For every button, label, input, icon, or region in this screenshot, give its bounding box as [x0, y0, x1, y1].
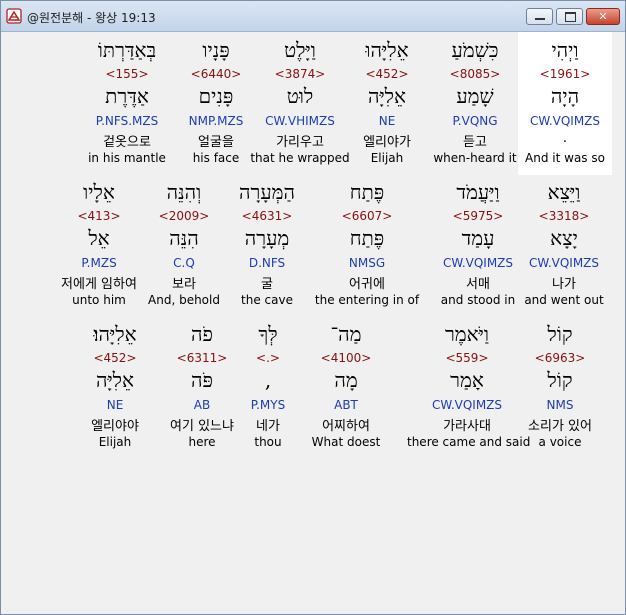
strong-number: <1961> [539, 67, 591, 81]
hebrew-lemma: פֶּתַח [349, 226, 385, 250]
strong-number: <559> [445, 351, 489, 365]
hebrew-lemma: אֵלִיָּה [95, 368, 135, 392]
korean-gloss: 가라사대 [443, 419, 491, 434]
hebrew-word: וַיְהִי [551, 38, 579, 62]
strong-number: <452> [365, 67, 409, 81]
english-gloss: and stood in [440, 293, 516, 307]
interlinear-panel: וַיְהִי <1961> הָיָה CW.VQIMZS. And it was s… [7, 32, 619, 608]
word-cell[interactable]: בְּאַדַּרְתּוֹ <155> אַדֶּרֶת P.NFS.MZS 겉옷으로… [77, 32, 177, 172]
hebrew-word: פֹה [191, 322, 213, 346]
korean-gloss: 얼굴을 [198, 135, 234, 150]
korean-gloss: 겉옷으로 [103, 135, 151, 150]
hebrew-lemma: הִנֵּה [169, 226, 199, 250]
hebrew-lemma: יָצָא [550, 226, 578, 250]
parsing-code: P.MZS [81, 256, 117, 270]
hebrew-lemma: פָּנִים [198, 84, 234, 108]
hebrew-lemma: הָיָה [550, 84, 580, 108]
parsing-code: NMSG [348, 256, 386, 270]
strong-number: <413> [77, 209, 121, 223]
word-cell[interactable]: אֵלָיו <413> אֵל P.MZS 저에게 임하여 unto him [49, 174, 149, 314]
parsing-code: CW.VQIMZS [529, 114, 601, 128]
english-gloss: in his mantle [88, 151, 166, 165]
korean-gloss: 엘리야가 [363, 135, 411, 150]
close-button[interactable]: ✕ [586, 8, 620, 25]
english-gloss: Elijah [98, 435, 132, 449]
strong-number: <6440> [190, 67, 242, 81]
parsing-code: NMS [546, 398, 574, 412]
strong-number: <8085> [449, 67, 501, 81]
hebrew-word: אֵלִיָּהוּ [365, 38, 409, 62]
korean-gloss: 엘리야야 [91, 419, 139, 434]
parsing-code: CW.VQIMZS [431, 398, 503, 412]
hebrew-word: בְּאַדַּרְתּוֹ [97, 38, 157, 62]
hebrew-lemma: אָמַר [450, 368, 484, 392]
word-cell[interactable]: וַיַּעֲמֹד <5975> עָמַד CW.VQIMZS 서매 and stoo… [428, 174, 528, 314]
parsing-code: P.VQNG [452, 114, 498, 128]
title-bar[interactable]: @원전분해 - 왕상 19:13 ✕ [1, 1, 625, 32]
parsing-code: P.NFS.MZS [95, 114, 159, 128]
maximize-button[interactable] [556, 8, 583, 25]
hebrew-word: וַיֵּצֵא [547, 180, 581, 204]
strong-number: <6963> [534, 351, 586, 365]
hebrew-lemma: אַדֶּרֶת [105, 84, 149, 108]
hebrew-word: פָּנָיו [202, 38, 230, 62]
korean-gloss: 서매 [466, 277, 490, 292]
hebrew-word: פֶּתַח [349, 180, 385, 204]
close-icon: ✕ [598, 10, 608, 23]
korean-gloss: 소리가 있어 [528, 419, 592, 434]
strong-number: <6311> [176, 351, 228, 365]
korean-gloss: 여기 있느냐 [170, 419, 234, 434]
strong-number: <5975> [452, 209, 504, 223]
minimize-button[interactable] [526, 8, 553, 25]
parsing-code: AB [193, 398, 211, 412]
parsing-code: CW.VQIMZS [442, 256, 514, 270]
hebrew-word: וַיַּעֲמֹד [456, 180, 500, 204]
hebrew-word: וַיֹּאמֶר [444, 322, 490, 346]
strong-number: <3318> [538, 209, 590, 223]
hebrew-lemma: עָמַד [461, 226, 495, 250]
parsing-code: C.Q [173, 256, 195, 270]
app-logo-icon [6, 8, 22, 24]
hebrew-lemma: אֵל [88, 226, 110, 250]
maximize-icon [565, 12, 576, 22]
korean-gloss: 저에게 임하여 [61, 277, 137, 292]
parsing-code: NE [106, 398, 124, 412]
english-gloss: unto him [72, 293, 126, 307]
parsing-code: NMP.MZS [188, 114, 244, 128]
app-window: @원전분해 - 왕상 19:13 ✕ וַיְהִי <1961> הָיָה CW.… [0, 0, 626, 615]
hebrew-lemma: שָׁמַע [456, 84, 494, 108]
strong-number: <155> [105, 67, 149, 81]
hebrew-word: קוֹל [547, 322, 573, 346]
strong-number: <2009> [158, 209, 210, 223]
parsing-code: NE [378, 114, 396, 128]
korean-gloss: 듣고 [463, 135, 487, 150]
minimize-icon [535, 18, 545, 20]
korean-gloss: 어귀에 [349, 277, 385, 292]
hebrew-word: וְהִנֵּה [166, 180, 202, 204]
hebrew-word: אֵלִיָּהוּ׃ [93, 322, 137, 346]
strong-number: <452> [93, 351, 137, 365]
korean-gloss: . [562, 131, 568, 146]
hebrew-lemma: אֵלִיָּה [367, 84, 407, 108]
hebrew-word: אֵלָיו [83, 180, 115, 204]
window-title: @원전분해 - 왕상 19:13 [27, 11, 156, 25]
korean-gloss: 나가 [552, 277, 576, 292]
word-cell[interactable]: וַיֹּאמֶר <559> אָמַר CW.VQIMZS 가라사대 there ca… [407, 316, 530, 456]
hebrew-lemma: פֹּה [191, 368, 213, 392]
hebrew-word: כִּשְׁמֹעַ [451, 38, 499, 62]
korean-gloss: 보라 [172, 277, 196, 292]
hebrew-lemma: קוֹל [547, 368, 573, 392]
strong-number: <6607> [341, 209, 393, 223]
english-gloss: there came and said [407, 435, 531, 449]
parsing-code: CW.VQIMZS [528, 256, 600, 270]
word-cell[interactable]: אֵלִיָּהוּ׃ <452> אֵלִיָּה NE 엘리야야 Elijah [65, 316, 165, 456]
word-cell[interactable]: פֶּתַח <6607> פֶּתַח NMSG 어귀에 the entering in… [315, 174, 419, 314]
